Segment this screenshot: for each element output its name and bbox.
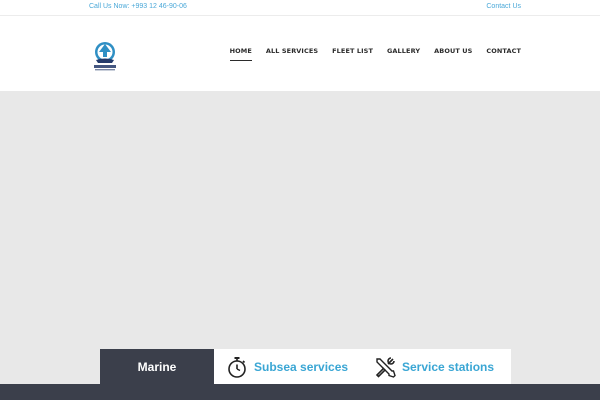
nav-all-services[interactable]: ALL SERVICES (266, 47, 318, 61)
tools-icon (374, 356, 396, 378)
nav-home[interactable]: HOME (229, 47, 253, 61)
call-us-text: Call Us Now: +993 12 46-90-06 (89, 3, 187, 10)
top-bar: Call Us Now: +993 12 46-90-06 Contact Us (0, 0, 600, 16)
tab-subsea-label: Subsea services (254, 359, 349, 374)
tab-subsea-services[interactable]: Subsea services (214, 349, 362, 384)
service-tabs: Marine Subsea services Service stations (100, 349, 511, 384)
main-nav: HOME ALL SERVICES FLEET LIST GALLERY ABO… (216, 47, 521, 61)
nav-contact[interactable]: CONTACT (486, 47, 521, 61)
contact-us-link[interactable]: Contact Us (486, 3, 521, 10)
tab-marine-label: Marine (137, 359, 177, 374)
hero-banner (0, 91, 600, 384)
logo-icon (94, 42, 116, 71)
tab-marine[interactable]: Marine (100, 349, 214, 384)
stopwatch-icon (226, 356, 248, 378)
nav-gallery[interactable]: GALLERY (387, 47, 420, 61)
tab-stations-label: Service stations (402, 359, 495, 374)
tab-service-stations[interactable]: Service stations (362, 349, 511, 384)
dark-content-strip (0, 384, 600, 400)
nav-fleet-list[interactable]: FLEET LIST (332, 47, 373, 61)
nav-about-us[interactable]: ABOUT US (434, 47, 472, 61)
site-logo[interactable] (88, 40, 122, 74)
site-header: HOME ALL SERVICES FLEET LIST GALLERY ABO… (0, 16, 600, 91)
